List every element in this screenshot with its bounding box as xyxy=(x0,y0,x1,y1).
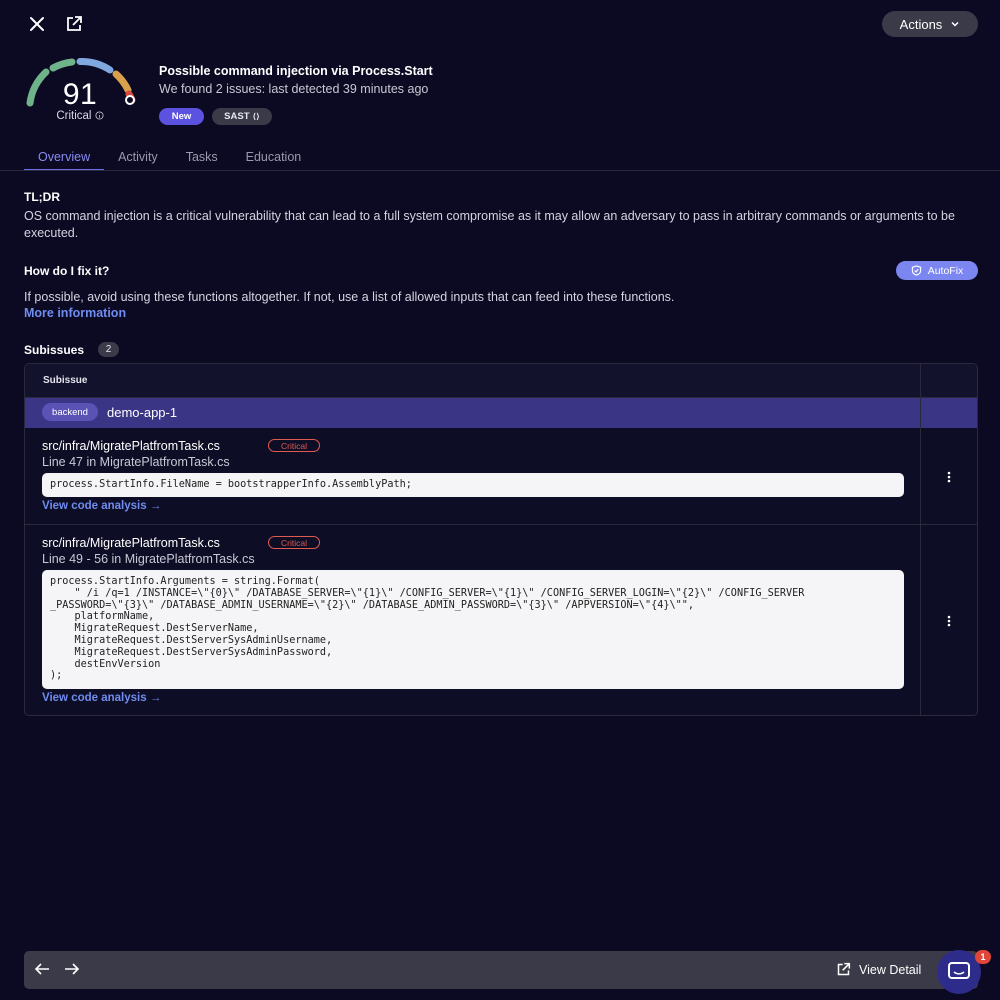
autofix-button[interactable]: AutoFix xyxy=(896,261,978,280)
tab-bar: Overview Activity Tasks Education xyxy=(24,150,315,172)
chat-icon xyxy=(948,962,970,979)
more-information-link[interactable]: More information xyxy=(24,306,126,320)
code-snippet: process.StartInfo.Arguments = string.For… xyxy=(42,570,904,689)
shield-icon xyxy=(911,265,921,276)
row-menu-button[interactable] xyxy=(941,613,957,629)
sast-badge: SAST ⟨⟩ xyxy=(212,108,272,125)
column-divider xyxy=(920,364,921,715)
tabs-divider xyxy=(0,170,1000,171)
bottom-navigation-bar xyxy=(24,951,978,989)
view-detail-button[interactable]: View Detail xyxy=(836,962,921,977)
view-detail-label: View Detail xyxy=(859,962,922,977)
status-badge-new: New xyxy=(159,108,204,125)
subissue-file-name[interactable]: src/infra/MigratePlatfromTask.cs xyxy=(42,439,220,453)
tab-tasks[interactable]: Tasks xyxy=(172,150,232,170)
column-header-subissue: Subissue xyxy=(43,375,88,386)
line-info: Line 49 - 56 in MigratePlatfromTask.cs xyxy=(42,552,255,566)
severity-label: Critical xyxy=(45,110,115,122)
subissues-count-badge: 2 xyxy=(98,342,119,357)
info-icon[interactable] xyxy=(95,111,104,120)
table-header-row xyxy=(25,364,977,398)
fix-heading: How do I fix it? xyxy=(24,264,110,278)
previous-button[interactable] xyxy=(28,955,56,983)
severity-badge: Critical xyxy=(268,439,320,452)
tldr-text: OS command injection is a critical vulne… xyxy=(24,209,955,240)
severity-badge: Critical xyxy=(268,536,320,549)
view-code-analysis-link[interactable]: View code analysis → xyxy=(42,500,161,512)
subissue-file-name[interactable]: src/infra/MigratePlatfromTask.cs xyxy=(42,536,220,550)
subissues-table: Subissue backend demo-app-1 src/infra/Mi… xyxy=(24,363,978,716)
sast-label: SAST xyxy=(224,111,250,122)
group-tag: backend xyxy=(42,403,98,421)
chevron-down-icon xyxy=(951,21,959,27)
code-brackets-icon: ⟨⟩ xyxy=(252,112,260,121)
next-button[interactable] xyxy=(58,955,86,983)
tab-education[interactable]: Education xyxy=(232,150,316,170)
arrow-left-icon xyxy=(34,963,49,975)
close-button[interactable] xyxy=(23,10,51,38)
autofix-label: AutoFix xyxy=(927,264,964,277)
actions-label: Actions xyxy=(899,16,943,32)
fix-text: If possible, avoid using these functions… xyxy=(24,290,675,304)
external-link-icon xyxy=(837,962,851,976)
tldr-heading: TL;DR xyxy=(24,190,60,204)
severity-text: Critical xyxy=(56,110,92,122)
view-code-analysis-link[interactable]: View code analysis → xyxy=(42,692,161,704)
tab-activity[interactable]: Activity xyxy=(104,150,172,170)
arrow-right-icon xyxy=(65,963,80,975)
group-name: demo-app-1 xyxy=(107,405,178,420)
gauge-indicator xyxy=(125,95,135,105)
issue-title: Possible command injection via Process.S… xyxy=(159,64,433,78)
row-divider xyxy=(25,524,977,525)
more-vertical-icon xyxy=(947,471,951,483)
line-info: Line 47 in MigratePlatfromTask.cs xyxy=(42,455,230,469)
external-link-icon xyxy=(67,16,82,31)
subissues-heading: Subissues xyxy=(24,343,85,357)
score-value: 91 xyxy=(62,78,98,111)
row-menu-button[interactable] xyxy=(941,469,957,485)
actions-dropdown-button[interactable]: Actions xyxy=(882,11,978,37)
more-vertical-icon xyxy=(947,615,951,627)
open-external-button[interactable] xyxy=(60,10,88,38)
notification-count-badge: 1 xyxy=(975,950,991,964)
tab-overview[interactable]: Overview xyxy=(24,150,105,171)
issue-subtitle: We found 2 issues: last detected 39 minu… xyxy=(159,82,429,96)
code-snippet: process.StartInfo.FileName = bootstrappe… xyxy=(42,473,904,497)
close-icon xyxy=(30,17,44,31)
